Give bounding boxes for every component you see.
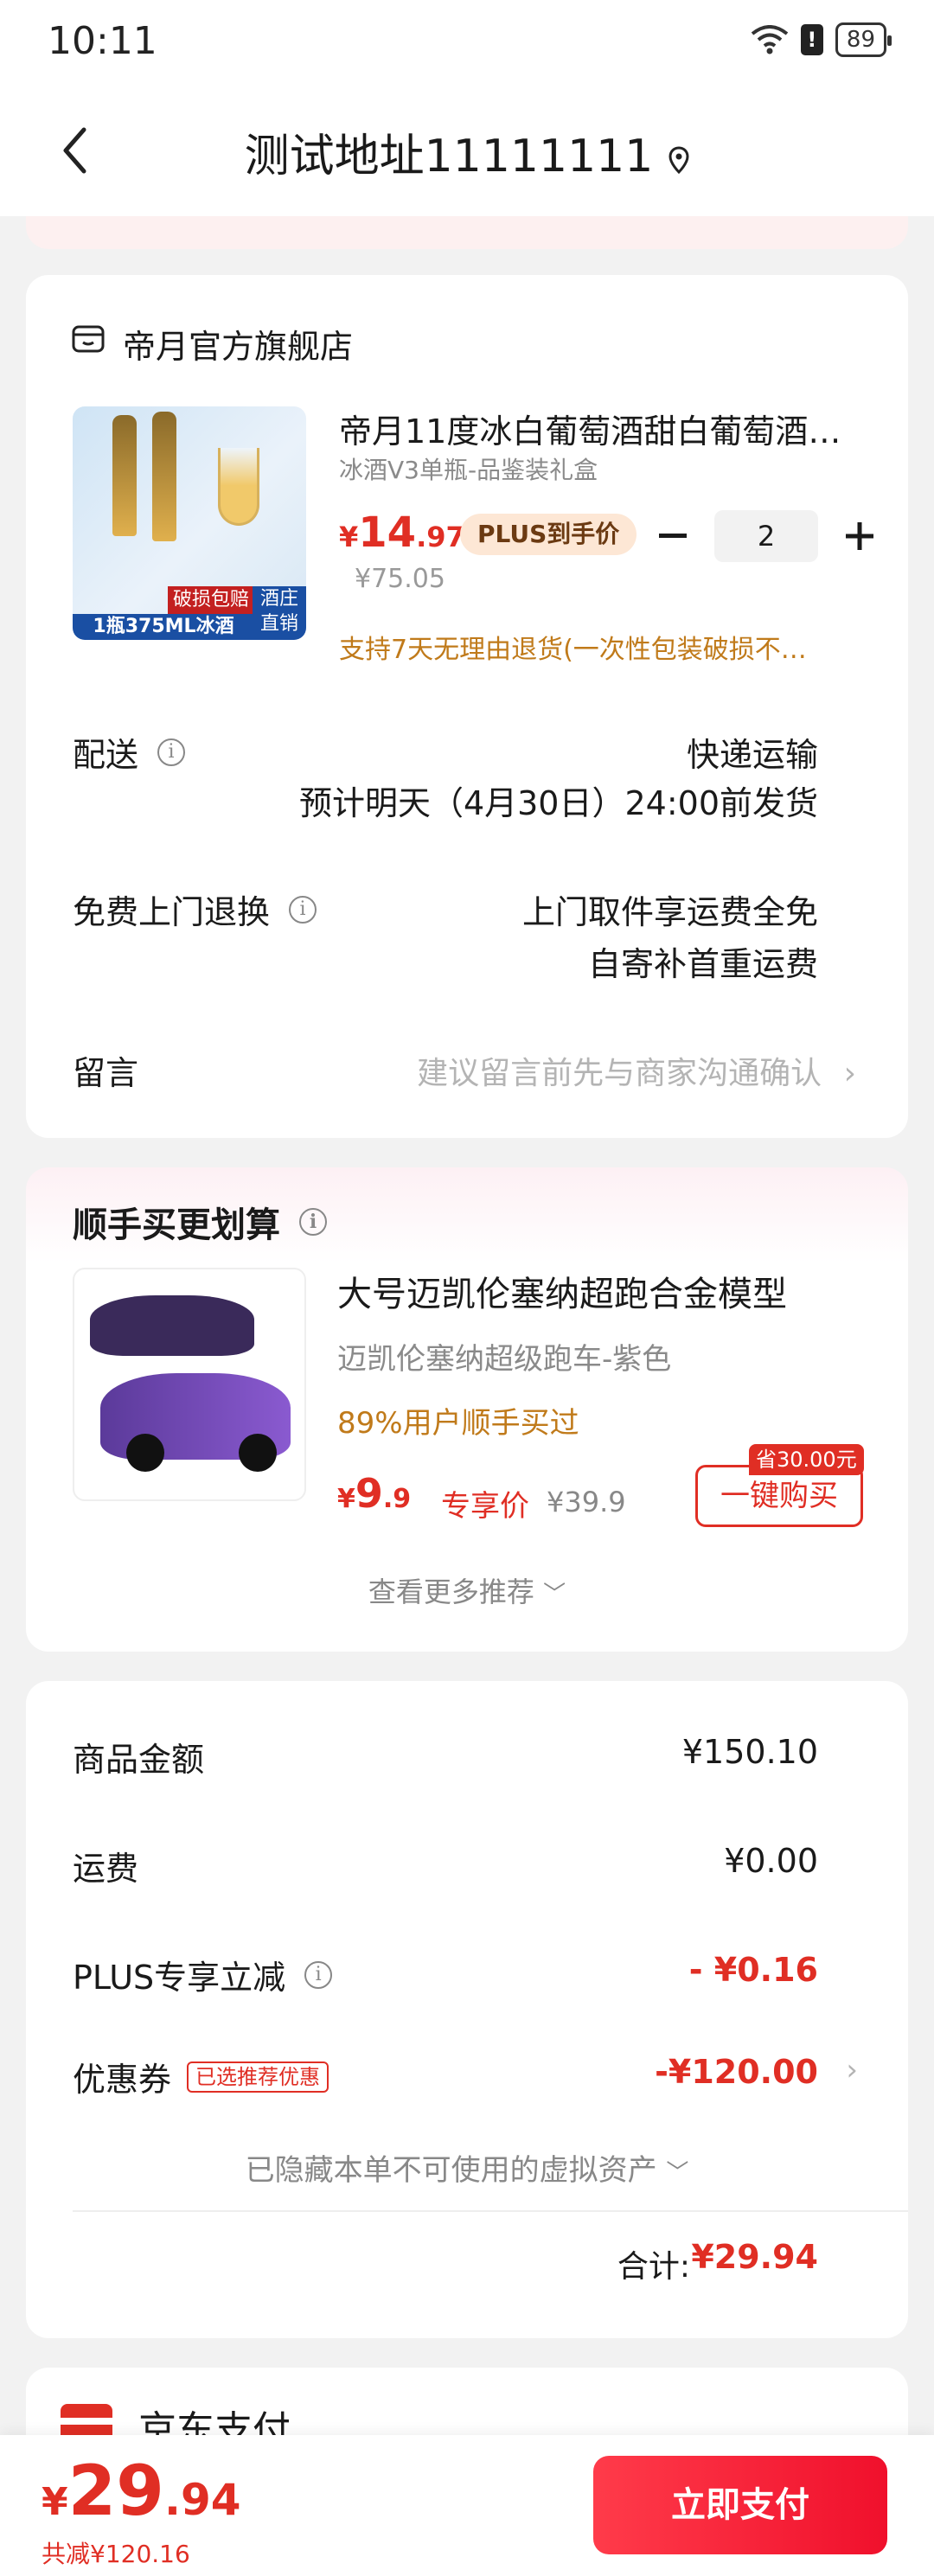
decrease-button[interactable] [647,510,699,562]
goods-amount-value: ¥150.10 [681,1733,818,1771]
free-return-label-text: 免费上门退换 [73,893,271,931]
price-int: 9 [355,1470,383,1517]
status-bar: 10:11 ! 89 [0,0,934,86]
status-icons: ! 89 [751,22,892,57]
address-text: 测试地址11111111 [244,131,654,182]
minus-icon [659,534,687,538]
delivery-method[interactable]: 快递运输 [687,728,818,776]
store-name[interactable]: 帝月官方旗舰店 [123,320,353,368]
previous-card-edge [26,216,908,249]
divider [73,2210,908,2212]
hidden-assets-text: 已隐藏本单不可使用的虚拟资产 [245,2153,657,2188]
more-recommendations-text: 查看更多推荐 [368,1576,534,1608]
total-saved[interactable]: 共减¥120.16 [42,2535,190,2570]
more-recommendations-link[interactable]: 查看更多推荐 ﹀ [26,1570,908,1610]
shipping-label: 运费 [73,1850,139,1888]
free-return-label: 免费上门退换 i [73,885,317,933]
recommendation-name[interactable]: 大号迈凯伦塞纳超跑合金模型 [337,1266,787,1316]
final-price-currency: ¥ [42,2480,68,2524]
recommendation-title-text: 顺手买更划算 [73,1205,280,1245]
price-dec: .9 [382,1484,412,1514]
price-int: 14 [358,508,417,557]
top-nav-bar: 测试地址11111111 [0,86,934,216]
recommendation-card: 顺手买更划算 i 大号迈凯伦塞纳超跑合金模型 迈凯伦塞纳超级跑车-紫色 89%用… [26,1167,908,1652]
glass-shape [218,448,259,526]
chevron-down-icon: ﹀ [543,1582,566,1608]
status-time: 10:11 [48,19,157,63]
quantity-stepper: 2 [647,510,886,562]
pay-now-button[interactable]: 立即支付 [593,2456,887,2554]
recommendation-title: 顺手买更划算 i [73,1197,327,1247]
store-order-card: 帝月官方旗舰店 破损包赔 1瓶375ML冰酒 酒庄直销 帝月11度冰白葡萄酒甜白… [26,275,908,1138]
store-icon [72,325,105,353]
info-icon[interactable]: i [289,895,317,924]
info-icon[interactable]: i [304,1960,333,1989]
recommendation-original-price: ¥39.9 [547,1486,626,1518]
final-price-dec: .94 [163,2475,241,2525]
product-image[interactable]: 破损包赔 1瓶375ML冰酒 酒庄直销 [73,406,306,640]
coupon-label-text: 优惠券 [73,2061,172,2099]
recommendation-popularity: 89%用户顺手买过 [337,1406,579,1441]
wifi-icon [751,25,789,54]
order-summary-card: 商品金额 ¥150.10 运费 ¥0.00 PLUS专享立减 i - ¥0.16… [26,1681,908,2338]
location-pin-icon [669,133,689,185]
free-return-line2: 自寄补首重运费 [587,945,818,983]
message-placeholder: 建议留言前先与商家沟通确认 [417,1056,822,1091]
image-direct-tag: 酒庄直销 [253,586,306,640]
product-price: ¥14.97 [339,508,465,557]
checkout-bar: ¥29.94 共减¥120.16 立即支付 [0,2435,934,2576]
final-price-int: 29 [67,2451,164,2531]
total-label: 合计: [617,2249,690,2285]
return-policy-note[interactable]: 支持7天无理由退货(一次性包装破损不… [339,628,875,666]
bottle-shape [152,412,176,541]
price-currency: ¥ [339,521,359,553]
chevron-down-icon: ﹀ [666,2160,689,2186]
image-damage-tag: 破损包赔 [168,586,254,614]
original-price: ¥75.05 [355,564,445,594]
price-currency: ¥ [337,1484,355,1514]
image-volume-tag: 1瓶375ML冰酒 [73,614,254,640]
quantity-input[interactable]: 2 [714,510,818,562]
delivery-label-text: 配送 [73,736,139,774]
plus-discount-label-text: PLUS专享立减 [73,1959,286,1997]
hidden-assets-toggle[interactable]: 已隐藏本单不可使用的虚拟资产 ﹀ [26,2146,908,2189]
save-amount-tag: 省30.00元 [749,1444,864,1475]
bottle-shape [112,415,137,536]
increase-button[interactable] [834,510,886,562]
exclusive-price-label: 专享价 [441,1489,529,1524]
plus-price-badge: PLUS到手价 [460,514,637,555]
free-return-line1: 上门取件享运费全免 [521,893,818,931]
chevron-right-icon: › [843,1056,856,1091]
coupon-selected-tag: 已选推荐优惠 [187,2061,329,2093]
message-field[interactable]: 建议留言前先与商家沟通确认 › [417,1048,856,1093]
shipping-value: ¥0.00 [724,1842,818,1880]
final-price: ¥29.94 [42,2451,241,2531]
goods-amount-label: 商品金额 [73,1741,205,1779]
info-icon[interactable]: i [299,1208,327,1236]
price-dec: .97 [416,521,465,553]
recommendation-price: ¥9.9 [337,1470,411,1517]
plus-icon [846,522,873,550]
delivery-label: 配送 i [73,728,186,776]
total-value: ¥29.94 [691,2238,818,2276]
recommendation-sub: 迈凯伦塞纳超级跑车-紫色 [337,1342,672,1377]
info-icon[interactable]: i [157,738,186,766]
plus-discount-value: - ¥0.16 [688,1951,818,1989]
plus-discount-label: PLUS专享立减 i [73,1951,333,1998]
wheel-shape [126,1434,164,1472]
car-model-image[interactable] [73,1268,306,1501]
message-label: 留言 [73,1054,139,1092]
coupon-value[interactable]: -¥120.00 [655,2053,818,2091]
car-shape [90,1295,254,1356]
product-spec[interactable]: 冰酒V3单瓶-品鉴装礼盒 [339,451,598,486]
coupon-label[interactable]: 优惠券 已选推荐优惠 [73,2053,329,2100]
battery-indicator: 89 [835,22,892,57]
chevron-right-icon[interactable]: › [846,2053,858,2087]
alert-icon: ! [800,24,823,55]
product-title[interactable]: 帝月11度冰白葡萄酒甜白葡萄酒… [339,405,875,452]
delivery-eta: 预计明天（4月30日）24:00前发货 [298,784,818,822]
address-title[interactable]: 测试地址11111111 [0,119,934,185]
wheel-shape [239,1434,277,1472]
